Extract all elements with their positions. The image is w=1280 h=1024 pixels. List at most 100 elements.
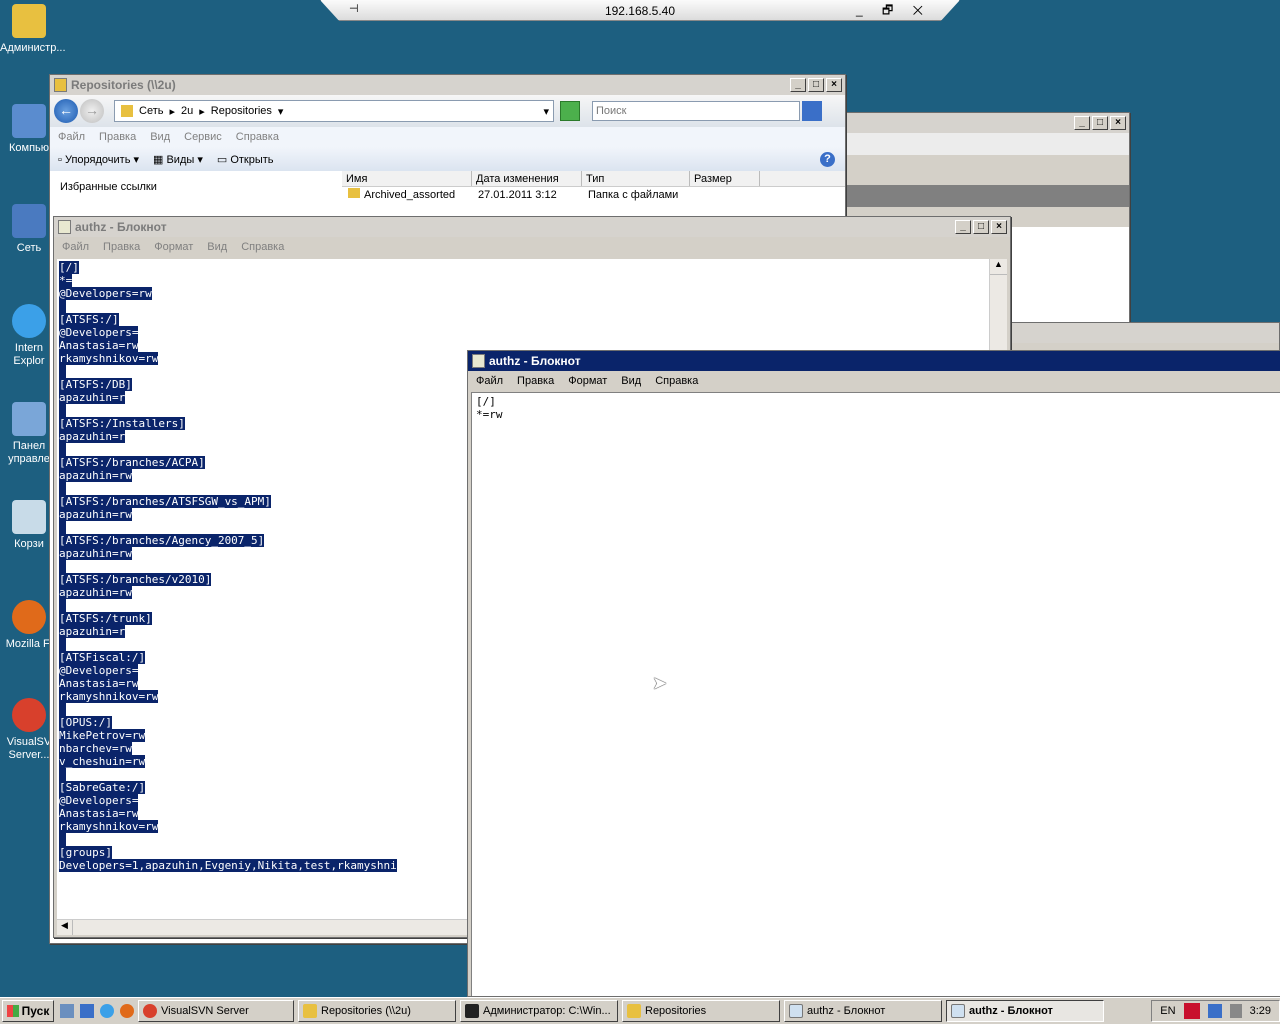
breadcrumb-2u[interactable]: 2u bbox=[181, 105, 193, 117]
background-window-titlebar[interactable]: _ □ × bbox=[841, 113, 1129, 133]
menu-edit[interactable]: Правка bbox=[103, 241, 140, 253]
text-line: [/] bbox=[59, 261, 987, 274]
menu-service[interactable]: Сервис bbox=[184, 131, 222, 143]
close-icon[interactable]: × bbox=[1110, 116, 1126, 130]
menu-format[interactable]: Формат bbox=[568, 375, 607, 387]
scroll-up-icon[interactable]: ▲ bbox=[990, 259, 1007, 275]
network-icon[interactable] bbox=[1207, 1004, 1222, 1018]
refresh-icon[interactable] bbox=[560, 101, 580, 121]
text-line-content: nbarchev=rw bbox=[59, 742, 132, 755]
open-button[interactable]: ▭ Открыть bbox=[217, 153, 274, 166]
back-button[interactable]: ← bbox=[54, 99, 78, 123]
text-line: *=rw bbox=[476, 408, 1277, 421]
text-line-content: @Developers= bbox=[59, 664, 139, 677]
search-input[interactable]: Поиск bbox=[592, 101, 800, 121]
task-notepad-2[interactable]: authz - Блокнот bbox=[946, 1000, 1104, 1022]
menu-help[interactable]: Справка bbox=[236, 131, 279, 143]
folder-icon bbox=[627, 1004, 641, 1018]
internet-explorer-icon[interactable] bbox=[100, 1004, 114, 1018]
notepad-window-2[interactable]: authz - Блокнот Файл Правка Формат Вид С… bbox=[467, 350, 1280, 997]
clock[interactable]: 3:29 bbox=[1250, 1005, 1271, 1017]
text-line-content: apazuhin=rw bbox=[59, 547, 132, 560]
search-icon[interactable] bbox=[802, 101, 822, 121]
text-line-content: [/] bbox=[476, 395, 496, 408]
notepad2-titlebar[interactable]: authz - Блокнот bbox=[468, 351, 1280, 371]
forward-button[interactable]: → bbox=[80, 99, 104, 123]
column-name[interactable]: Имя bbox=[342, 171, 472, 186]
maximize-icon[interactable]: □ bbox=[808, 78, 824, 92]
task-cmd[interactable]: Администратор: C:\Win... bbox=[460, 1000, 618, 1022]
notepad-icon bbox=[789, 1004, 803, 1018]
task-visualsvn[interactable]: VisualSVN Server bbox=[138, 1000, 294, 1022]
organize-button[interactable]: ▫ Упорядочить ▾ bbox=[58, 153, 139, 166]
views-button[interactable]: ▦ Виды ▾ bbox=[153, 153, 203, 166]
menu-file[interactable]: Файл bbox=[58, 131, 85, 143]
open-label: Открыть bbox=[230, 153, 274, 166]
menu-help[interactable]: Справка bbox=[241, 241, 284, 253]
menu-edit[interactable]: Правка bbox=[517, 375, 554, 387]
column-date[interactable]: Дата изменения bbox=[472, 171, 582, 186]
column-type[interactable]: Тип bbox=[582, 171, 690, 186]
notepad1-titlebar[interactable]: authz - Блокнот _ □ × bbox=[54, 217, 1010, 237]
text-line-content: v_cheshuin=rw bbox=[59, 755, 146, 768]
start-button[interactable]: Пуск bbox=[2, 1000, 54, 1022]
organize-label: Упорядочить bbox=[64, 153, 131, 166]
text-line: *= bbox=[59, 274, 987, 287]
folder-icon bbox=[121, 105, 133, 117]
menu-file[interactable]: Файл bbox=[62, 241, 89, 253]
text-line-content: @Developers= bbox=[59, 794, 139, 807]
minimize-icon[interactable]: _ bbox=[955, 220, 971, 234]
help-icon[interactable]: ? bbox=[820, 151, 835, 167]
menu-edit[interactable]: Правка bbox=[99, 131, 136, 143]
remote-window-controls[interactable]: _ 🗗 ✕ bbox=[856, 1, 931, 21]
menu-file[interactable]: Файл bbox=[476, 375, 503, 387]
breadcrumb[interactable]: Сеть ▸ 2u ▸ Repositories ▾ ▾ bbox=[114, 100, 554, 122]
taskbar: Пуск VisualSVN Server Repositories (\\2u… bbox=[0, 997, 1280, 1024]
minimize-icon[interactable]: _ bbox=[1074, 116, 1090, 130]
row-name-cell: Archived_assorted bbox=[342, 187, 472, 203]
menu-help[interactable]: Справка bbox=[655, 375, 698, 387]
folder-icon bbox=[348, 188, 360, 198]
explorer-titlebar[interactable]: Repositories (\\2u) _ □ × bbox=[50, 75, 845, 95]
text-line-content: [groups] bbox=[59, 846, 112, 859]
close-icon[interactable]: × bbox=[991, 220, 1007, 234]
text-line-content: rkamyshnikov=rw bbox=[59, 690, 159, 703]
antivirus-icon[interactable] bbox=[1183, 1003, 1200, 1019]
minimize-icon[interactable]: _ bbox=[790, 78, 806, 92]
table-row[interactable]: Archived_assorted 27.01.2011 3:12 Папка … bbox=[342, 187, 845, 203]
task-repositories[interactable]: Repositories bbox=[622, 1000, 780, 1022]
close-icon[interactable]: × bbox=[826, 78, 842, 92]
notepad2-text-area[interactable]: [/] *=rw bbox=[471, 392, 1280, 996]
folder-icon bbox=[303, 1004, 317, 1018]
maximize-icon[interactable]: □ bbox=[1092, 116, 1108, 130]
text-line-content: Developers=1,apazuhin,Evgeniy,Nikita,tes… bbox=[59, 859, 397, 872]
chevron-down-icon[interactable]: ▾ bbox=[543, 105, 549, 118]
text-line-content: [SabreGate:/] bbox=[59, 781, 146, 794]
task-notepad-1[interactable]: authz - Блокнот bbox=[784, 1000, 942, 1022]
remote-connection-bar: ⊣ 192.168.5.40 _ 🗗 ✕ bbox=[320, 0, 960, 21]
console-icon[interactable] bbox=[80, 1004, 94, 1018]
internet-explorer-icon bbox=[12, 304, 46, 338]
scroll-left-icon[interactable]: ◀ bbox=[57, 920, 73, 935]
menu-format[interactable]: Формат bbox=[154, 241, 193, 253]
maximize-icon[interactable]: □ bbox=[973, 220, 989, 234]
notepad1-menubar: Файл Правка Формат Вид Справка bbox=[54, 237, 1010, 257]
column-size[interactable]: Размер bbox=[690, 171, 760, 186]
background-window-2[interactable] bbox=[1010, 322, 1280, 352]
explorer-toolbar: ▫ Упорядочить ▾ ▦ Виды ▾ ▭ Открыть ? bbox=[50, 147, 845, 171]
menu-view[interactable]: Вид bbox=[150, 131, 170, 143]
breadcrumb-network[interactable]: Сеть bbox=[139, 105, 163, 117]
language-indicator[interactable]: EN bbox=[1160, 1005, 1175, 1017]
menu-view[interactable]: Вид bbox=[621, 375, 641, 387]
console-icon bbox=[465, 1004, 479, 1018]
task-explorer-2u[interactable]: Repositories (\\2u) bbox=[298, 1000, 456, 1022]
quick-launch bbox=[60, 1004, 134, 1018]
volume-icon[interactable] bbox=[1229, 1004, 1242, 1018]
text-line-content: apazuhin=r bbox=[59, 391, 126, 404]
breadcrumb-repositories[interactable]: Repositories bbox=[211, 105, 272, 117]
visualsvn-icon bbox=[12, 698, 46, 732]
desktop-icon-admin[interactable]: Администр... bbox=[0, 4, 66, 55]
menu-view[interactable]: Вид bbox=[207, 241, 227, 253]
firefox-icon[interactable] bbox=[120, 1004, 134, 1018]
show-desktop-icon[interactable] bbox=[60, 1004, 74, 1018]
